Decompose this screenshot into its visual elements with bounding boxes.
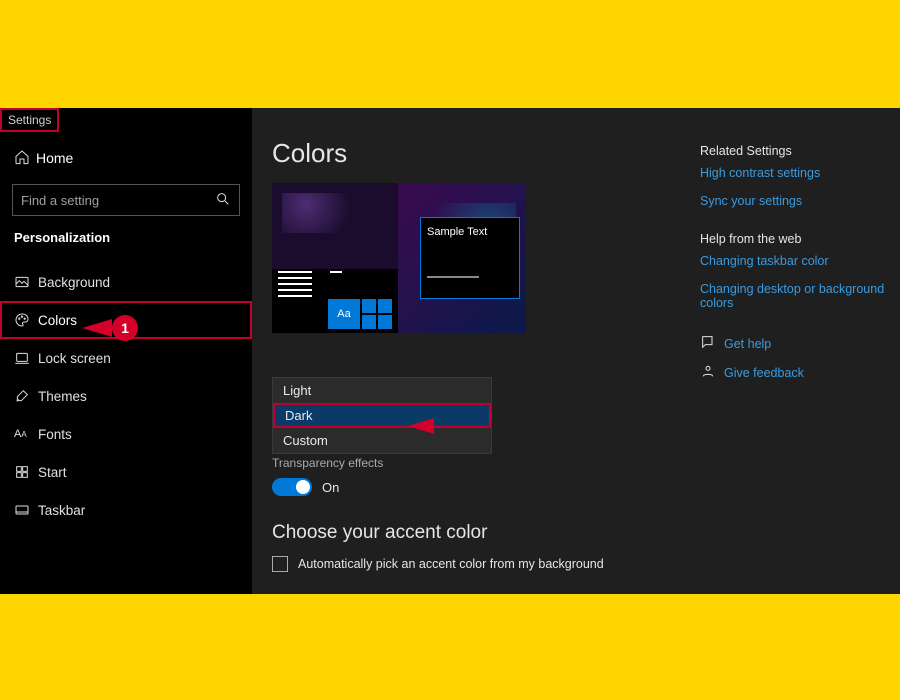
transparency-toggle[interactable] [272,478,312,496]
sidebar-home[interactable]: Home [0,138,252,178]
sidebar-item-label: Fonts [38,427,72,442]
link-high-contrast[interactable]: High contrast settings [700,166,888,180]
feedback-icon [700,363,716,382]
sidebar-item-label: Start [38,465,67,480]
sidebar-item-themes[interactable]: Themes [0,377,252,415]
sidebar-item-label: Themes [38,389,87,404]
content-pane: Colors Aa Sample Text [252,108,900,594]
link-give-feedback[interactable]: Give feedback [724,366,804,380]
search-placeholder: Find a setting [21,193,99,208]
auto-accent-label: Automatically pick an accent color from … [298,557,604,571]
sidebar-item-label: Colors [38,313,77,328]
sidebar-item-fonts[interactable]: AA Fonts [0,415,252,453]
lockscreen-icon [14,350,38,366]
sidebar-nav: Background Colors Lock screen [0,263,252,529]
color-mode-option-dark[interactable]: Dark [273,403,491,428]
link-get-help[interactable]: Get help [724,337,771,351]
taskbar-icon [14,502,38,518]
transparency-label: Transparency effects [272,456,900,470]
related-settings-heading: Related Settings [700,144,888,158]
sidebar-item-colors[interactable]: Colors [0,301,252,339]
color-preview: Aa Sample Text [272,183,526,333]
sidebar-item-start[interactable]: Start [0,453,252,491]
help-icon [700,334,716,353]
sidebar-item-label: Lock screen [38,351,111,366]
transparency-state: On [322,480,339,495]
auto-accent-checkbox[interactable] [272,556,288,572]
sidebar-item-taskbar[interactable]: Taskbar [0,491,252,529]
font-icon: AA [14,428,38,440]
help-heading: Help from the web [700,232,888,246]
search-input[interactable]: Find a setting [12,184,240,216]
link-taskbar-color[interactable]: Changing taskbar color [700,254,888,268]
palette-icon [14,312,38,328]
sidebar-home-label: Home [36,150,73,166]
sidebar-item-label: Background [38,275,110,290]
color-mode-option-light[interactable]: Light [273,378,491,403]
start-icon [14,464,38,480]
accent-color-heading: Choose your accent color [272,522,900,544]
brush-icon [14,388,38,404]
sidebar-item-background[interactable]: Background [0,263,252,301]
preview-sample-text: Sample Text [427,226,487,238]
color-mode-option-custom[interactable]: Custom [273,428,491,453]
sidebar-item-lockscreen[interactable]: Lock screen [0,339,252,377]
link-desktop-colors[interactable]: Changing desktop or background colors [700,282,888,310]
preview-aa-tile: Aa [328,299,360,329]
window-title: Settings [0,108,59,132]
preview-sample-window: Sample Text [420,217,520,299]
preview-desktop-left: Aa [272,183,398,333]
settings-window: Settings ─ □ ✕ Home Find a setting Perso… [0,108,900,594]
search-icon [215,191,231,210]
right-column: Related Settings High contrast settings … [700,144,900,382]
link-sync-settings[interactable]: Sync your settings [700,194,888,208]
sidebar: Home Find a setting Personalization Back… [0,108,252,594]
sidebar-item-label: Taskbar [38,503,85,518]
home-icon [14,149,36,168]
color-mode-dropdown[interactable]: Light Dark Custom [272,377,492,454]
sidebar-section-title: Personalization [0,216,252,253]
image-icon [14,274,38,290]
